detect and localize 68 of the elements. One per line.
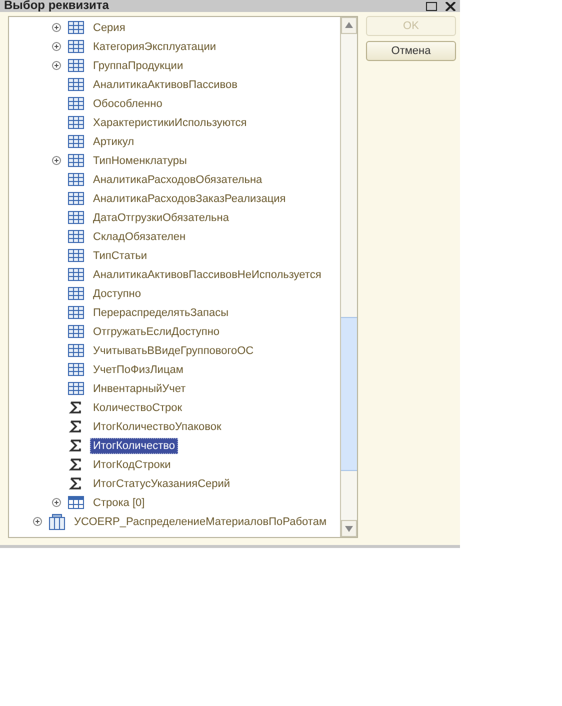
expand-icon[interactable] — [52, 156, 61, 165]
tree-item[interactable]: ГруппаПродукции — [90, 58, 186, 74]
tree-item[interactable]: АналитикаРасходовОбязательна — [90, 172, 266, 188]
sigma-icon — [68, 420, 84, 433]
table-icon — [68, 230, 84, 243]
table-icon — [68, 59, 84, 72]
tree-item[interactable]: Строка [0] — [90, 494, 148, 510]
tree-item[interactable]: Доступно — [90, 286, 144, 302]
expand-icon[interactable] — [33, 517, 42, 526]
tree-item[interactable]: УчетПоФизЛицам — [90, 362, 186, 378]
tree-item[interactable]: Артикул — [90, 134, 138, 150]
table-icon — [68, 249, 84, 262]
table-icon — [68, 154, 84, 167]
expand-icon[interactable] — [52, 498, 61, 507]
expand-icon[interactable] — [52, 42, 61, 51]
close-icon[interactable] — [445, 2, 456, 11]
tree-item[interactable]: ИнвентарныйУчет — [90, 380, 189, 396]
maximize-icon[interactable] — [426, 2, 437, 11]
register-icon — [49, 514, 65, 530]
tree-item[interactable]: ИтогСтатусУказанияСерий — [90, 476, 234, 492]
table-icon — [68, 287, 84, 300]
tree-item[interactable]: ОтгружатьЕслиДоступно — [90, 324, 223, 340]
scroll-down-icon[interactable] — [341, 520, 357, 537]
tree-item[interactable]: КоличествоСтрок — [90, 400, 186, 416]
tree-item[interactable]: СкладОбязателен — [90, 228, 189, 244]
table-icon — [68, 211, 84, 224]
table-icon — [68, 135, 84, 148]
table-icon — [68, 78, 84, 91]
tree-item[interactable]: ТипСтатьи — [90, 248, 150, 264]
table-icon — [68, 192, 84, 205]
table-icon — [68, 116, 84, 129]
sigma-icon — [68, 401, 84, 414]
tree-item[interactable]: УСОERP_РаспределениеМатериаловПоРаботам — [71, 514, 330, 530]
grid-icon — [68, 496, 84, 509]
scrollbar[interactable] — [340, 17, 357, 537]
tree-item[interactable]: УчитыватьВВидеГрупповогоОС — [90, 342, 257, 358]
table-icon — [68, 21, 84, 34]
tree-item[interactable]: ТипНоменклатуры — [90, 152, 190, 168]
table-icon — [68, 173, 84, 186]
table-icon — [68, 306, 84, 319]
dialog-button[interactable]: Отмена — [366, 41, 456, 61]
scroll-thumb[interactable] — [341, 317, 357, 471]
window-title: Выбор реквизита — [4, 0, 109, 12]
tree-item[interactable]: КатегорияЭксплуатации — [90, 38, 220, 54]
expand-icon[interactable] — [52, 23, 61, 32]
table-icon — [68, 268, 84, 281]
tree-item[interactable]: ИтогКоличество — [90, 438, 178, 454]
tree-item[interactable]: ИтогКодСтроки — [90, 456, 174, 472]
tree-item[interactable]: АналитикаАктивовПассивов — [90, 76, 240, 92]
table-icon — [68, 363, 84, 376]
sigma-icon — [68, 477, 84, 490]
tree-item[interactable]: АналитикаРасходовЗаказРеализация — [90, 190, 289, 206]
table-icon — [68, 40, 84, 53]
scroll-up-icon[interactable] — [341, 17, 357, 34]
table-icon — [68, 325, 84, 338]
tree-item[interactable]: Серия — [90, 20, 128, 36]
sigma-icon — [68, 439, 84, 452]
tree-item[interactable]: ХарактеристикиИспользуются — [90, 114, 250, 130]
sigma-icon — [68, 458, 84, 471]
tree-item[interactable]: ПерераспределятьЗапасы — [90, 304, 232, 320]
table-icon — [68, 97, 84, 110]
table-icon — [68, 344, 84, 357]
expand-icon[interactable] — [52, 61, 61, 70]
tree-item[interactable]: Обособленно — [90, 96, 166, 112]
tree-item[interactable]: ИтогКоличествоУпаковок — [90, 418, 224, 434]
tree-item[interactable]: АналитикаАктивовПассивовНеИспользуется — [90, 266, 324, 282]
table-icon — [68, 382, 84, 395]
tree-item[interactable]: ДатаОтгрузкиОбязательна — [90, 210, 232, 226]
